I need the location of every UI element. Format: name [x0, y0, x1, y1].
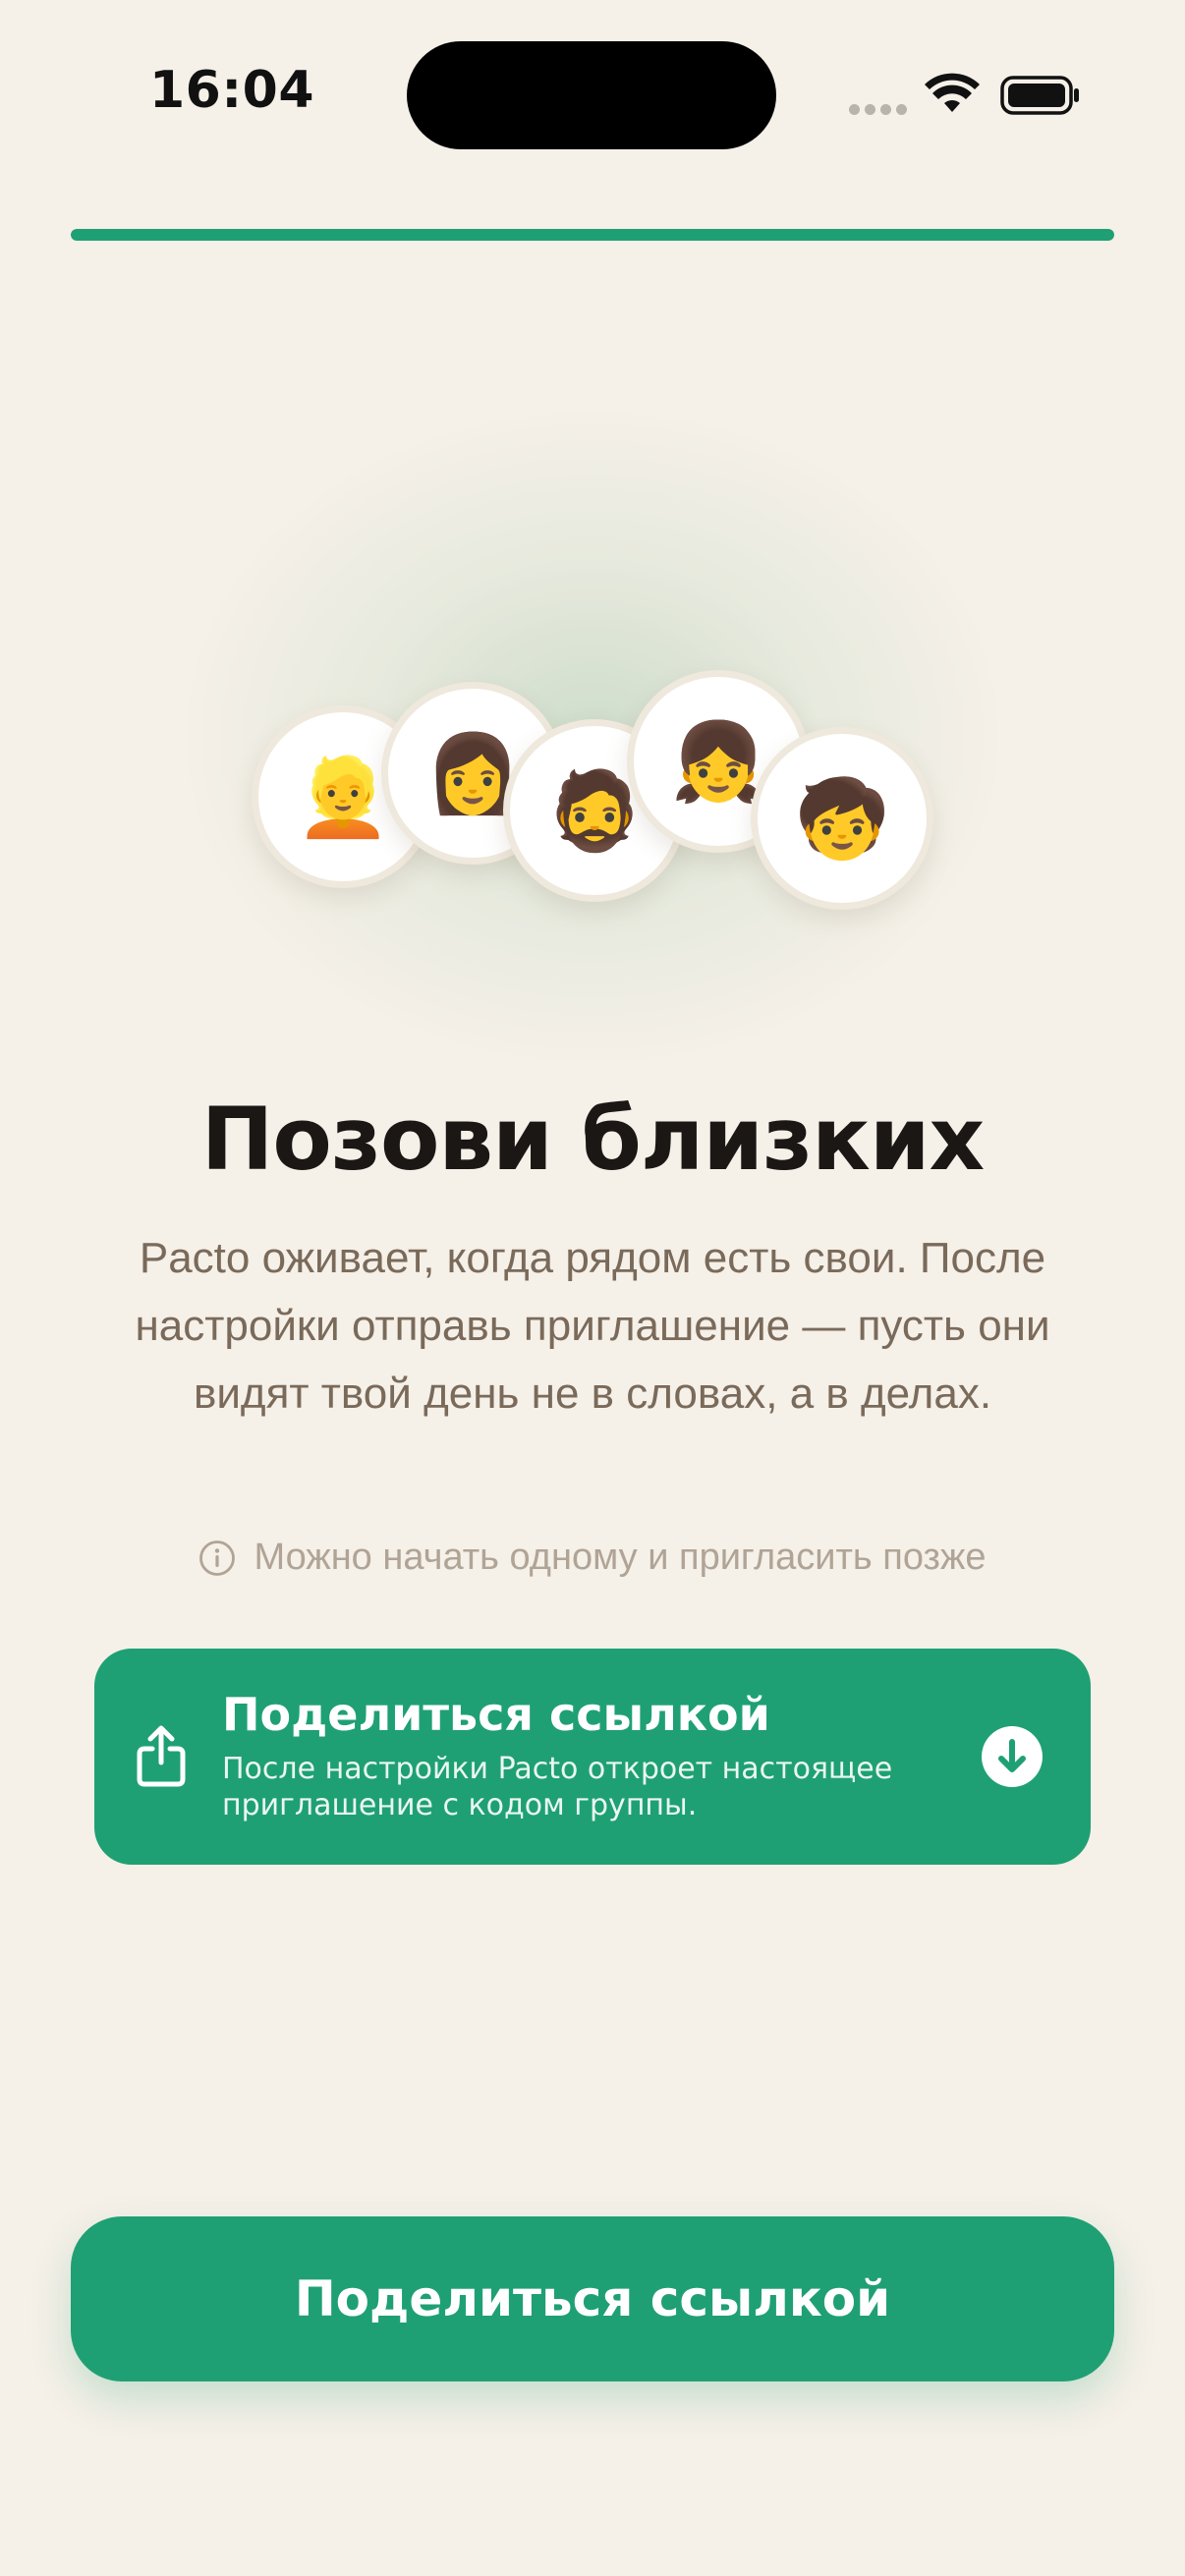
info-icon [199, 1540, 236, 1576]
share-link-button[interactable]: Поделиться ссылкой [71, 2216, 1114, 2381]
onboarding-progress-fill [71, 229, 1114, 241]
avatar-emoji: 👧 [670, 718, 766, 805]
avatar-5: 🧒 [751, 727, 933, 910]
hint-text: Можно начать одному и пригласить позже [254, 1537, 987, 1578]
hint-row: Можно начать одному и пригласить позже [0, 1537, 1185, 1579]
page-subtitle: Pacto оживает, когда рядом есть свои. По… [135, 1234, 1050, 1418]
onboarding-progress-bar [71, 229, 1114, 241]
cellular-icon [849, 104, 910, 116]
share-icon [137, 1725, 186, 1787]
share-card-description: После настройки Pacto откроет настоящее … [222, 1752, 893, 1822]
arrow-down-circle-icon [982, 1726, 1043, 1787]
status-time: 16:04 [149, 61, 315, 120]
avatar-emoji: 🧒 [794, 775, 890, 862]
avatar-emoji: 🧔 [546, 767, 643, 854]
wifi-icon [925, 73, 980, 112]
avatar-emoji: 👱 [295, 754, 391, 840]
page-title: Позови близких [200, 1089, 986, 1190]
share-card-title: Поделиться ссылкой [222, 1688, 770, 1741]
battery-icon [1000, 76, 1079, 115]
dynamic-island [407, 41, 776, 149]
share-link-card[interactable]: Поделиться ссылкой После настройки Pacto… [94, 1649, 1091, 1865]
